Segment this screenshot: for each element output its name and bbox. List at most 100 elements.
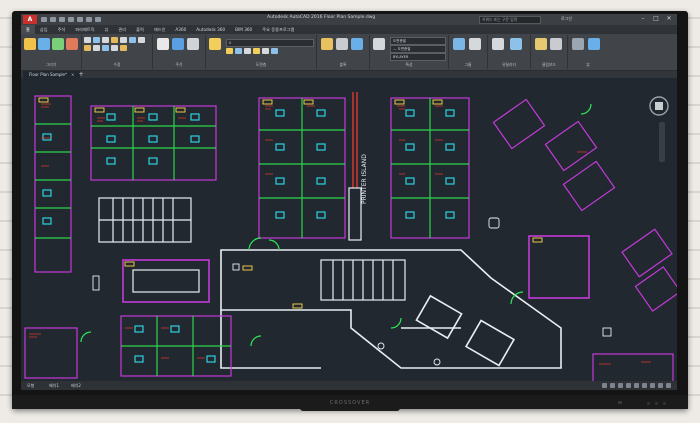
insert-block-icon[interactable] <box>321 38 333 50</box>
line-tool-icon[interactable] <box>24 38 36 50</box>
panel-layers: 0 도면층 <box>206 35 317 69</box>
redo-icon[interactable] <box>95 17 101 22</box>
layer-match-icon[interactable] <box>253 48 260 54</box>
panel-block: 블록 <box>317 35 370 69</box>
panel-groups-label: 그룹 <box>464 62 472 67</box>
new-file-icon[interactable] <box>41 17 47 22</box>
measure-icon[interactable] <box>492 38 504 50</box>
workspace-icon[interactable] <box>658 383 663 388</box>
tab-featured-apps[interactable]: 주요 응용프로그램 <box>257 25 299 34</box>
panel-draw: 그리기 <box>21 35 82 69</box>
customize-icon[interactable] <box>666 383 671 388</box>
rotate-icon[interactable] <box>93 37 100 43</box>
monitor-button-icon <box>655 402 658 405</box>
layer-freeze-icon[interactable] <box>235 48 242 54</box>
panel-modify-label: 수정 <box>113 62 121 67</box>
copy-icon[interactable] <box>111 37 118 43</box>
text-tool-icon[interactable] <box>157 38 169 50</box>
save-icon[interactable] <box>59 17 65 22</box>
new-tab-button[interactable]: + <box>77 71 85 78</box>
tab-output[interactable]: 출력 <box>131 25 149 34</box>
lineweight-combo[interactable]: BYLAYER <box>390 53 446 61</box>
tab-annotate[interactable]: 주석 <box>53 25 71 34</box>
calculator-icon[interactable] <box>510 38 522 50</box>
title-bar: A Autodesk AutoCAD 2016 Floor Plan Sampl… <box>21 14 677 25</box>
ortho-icon[interactable] <box>618 383 623 388</box>
circle-tool-icon[interactable] <box>52 38 64 50</box>
layer-isolate-icon[interactable] <box>262 48 269 54</box>
table-tool-icon[interactable] <box>187 38 199 50</box>
grid-icon[interactable] <box>602 383 607 388</box>
panel-layers-label: 도면층 <box>255 62 267 67</box>
layer-on-icon[interactable] <box>226 48 233 54</box>
maximize-button[interactable]: □ <box>651 15 661 23</box>
open-file-icon[interactable] <box>50 17 56 22</box>
tab-bim360[interactable]: BIM 360 <box>230 25 257 34</box>
monitor-buttons <box>647 402 666 405</box>
view-manager-icon[interactable] <box>588 38 600 50</box>
close-tab-icon[interactable]: × <box>71 72 74 77</box>
navigation-bar[interactable] <box>659 122 665 162</box>
stretch-icon[interactable] <box>138 37 145 43</box>
copy-clip-icon[interactable] <box>550 38 562 50</box>
save-as-icon[interactable] <box>68 17 74 22</box>
tab-home[interactable]: 홈 <box>21 25 35 34</box>
tab-layout1[interactable]: 배치1 <box>49 381 59 390</box>
color-combo[interactable]: 도면층별 <box>390 37 446 45</box>
layer-properties-icon[interactable] <box>209 38 221 50</box>
annotation-scale-icon[interactable] <box>650 383 655 388</box>
osnap-icon[interactable] <box>634 383 639 388</box>
viewcube-icon[interactable] <box>648 95 670 117</box>
tab-insert[interactable]: 삽입 <box>35 25 53 34</box>
fillet-icon[interactable] <box>129 37 136 43</box>
app-logo-button[interactable]: A <box>23 15 37 24</box>
undo-icon[interactable] <box>86 17 92 22</box>
search-input[interactable]: 키워드 또는 구문 입력 <box>479 16 541 24</box>
array-icon[interactable] <box>93 45 100 51</box>
dimension-tool-icon[interactable] <box>172 38 184 50</box>
lineweight-icon[interactable] <box>642 383 647 388</box>
viewport-icon[interactable] <box>572 38 584 50</box>
layer-lock-icon[interactable] <box>244 48 251 54</box>
move-icon[interactable] <box>84 37 91 43</box>
linetype-combo[interactable]: — 도면층별 <box>390 45 446 53</box>
arc-tool-icon[interactable] <box>66 38 78 50</box>
tab-a360[interactable]: A360 <box>170 25 191 34</box>
drawing-canvas[interactable]: PRINTER ISLAND <box>21 78 677 382</box>
plot-icon[interactable] <box>77 17 83 22</box>
document-tabs: Floor Plan Sample* × + <box>21 71 677 78</box>
status-tools <box>602 383 671 388</box>
stairs-left <box>98 197 192 243</box>
polar-icon[interactable] <box>626 383 631 388</box>
tab-parametric[interactable]: 파라메트릭 <box>70 25 99 34</box>
trim-icon[interactable] <box>102 37 109 43</box>
minimize-button[interactable]: – <box>638 15 648 23</box>
scale-icon[interactable] <box>84 45 91 51</box>
polyline-tool-icon[interactable] <box>38 38 50 50</box>
edit-block-icon[interactable] <box>351 38 363 50</box>
layer-combo[interactable]: 0 <box>226 39 314 47</box>
document-tab[interactable]: Floor Plan Sample* × <box>23 71 81 78</box>
ungroup-icon[interactable] <box>469 38 481 50</box>
layer-current-icon[interactable] <box>271 48 278 54</box>
tab-model[interactable]: 모형 <box>27 381 34 390</box>
left-offices <box>34 95 72 273</box>
match-properties-icon[interactable] <box>373 38 385 50</box>
tab-layout2[interactable]: 배치2 <box>71 381 81 390</box>
mirror-icon[interactable] <box>120 37 127 43</box>
tab-addins[interactable]: 애드인 <box>149 25 171 34</box>
paste-icon[interactable] <box>535 38 547 50</box>
offset-icon[interactable] <box>120 45 127 51</box>
explode-icon[interactable] <box>111 45 118 51</box>
snap-icon[interactable] <box>610 383 615 388</box>
tab-view[interactable]: 뷰 <box>100 25 114 34</box>
panel-modify: 수정 <box>82 35 153 69</box>
close-button[interactable]: ✕ <box>664 15 674 23</box>
tab-autodesk360[interactable]: Autodesk 360 <box>191 25 230 34</box>
panel-annotation: 주석 <box>153 35 206 69</box>
group-icon[interactable] <box>453 38 465 50</box>
tab-manage[interactable]: 관리 <box>113 25 131 34</box>
sign-in-link[interactable]: 로그인 <box>561 16 572 22</box>
create-block-icon[interactable] <box>336 38 348 50</box>
erase-icon[interactable] <box>102 45 109 51</box>
